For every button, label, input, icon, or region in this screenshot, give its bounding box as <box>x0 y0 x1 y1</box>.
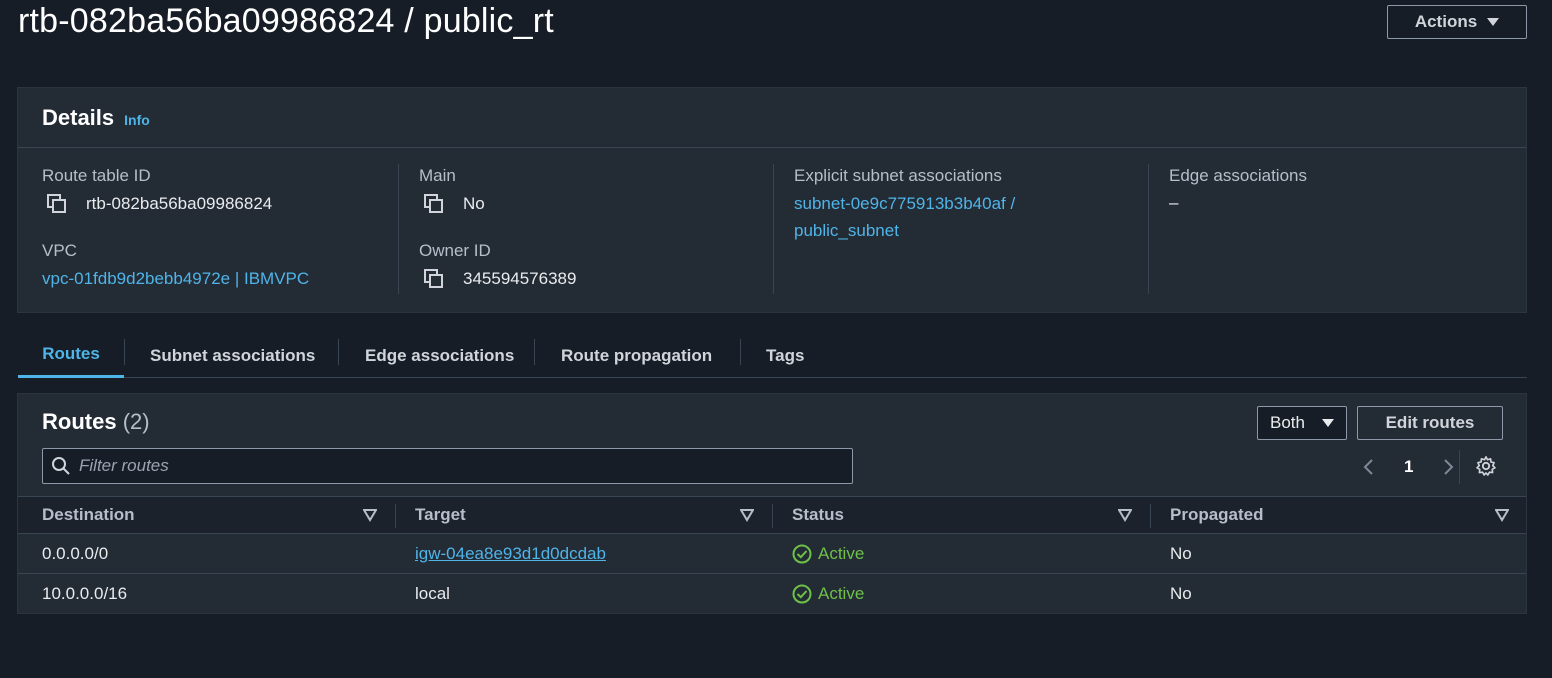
details-panel: Details Info Route table ID rtb-082ba56b… <box>17 87 1527 313</box>
chevron-left-icon[interactable] <box>1358 456 1380 478</box>
tab-routes[interactable]: Routes <box>18 333 124 378</box>
copy-icon[interactable] <box>423 268 445 290</box>
tab-divider <box>534 339 535 365</box>
pagination: 1 <box>1358 452 1459 482</box>
caret-down-icon <box>1487 18 1500 26</box>
details-column-edge: Edge associations – <box>1148 164 1528 294</box>
route-table-id: rtb-082ba56ba09986824 <box>86 194 273 213</box>
column-header-target[interactable]: Target <box>415 497 466 533</box>
caret-down-icon <box>1322 419 1334 427</box>
search-icon <box>52 457 70 475</box>
routes-title: Routes (2) <box>42 409 150 435</box>
column-header-status[interactable]: Status <box>792 497 844 533</box>
explicit-subnet-label: Explicit subnet associations <box>794 166 1002 185</box>
details-column-route-table: Route table ID rtb-082ba56ba09986824 VPC… <box>18 148 398 294</box>
route-table-id-value: rtb-082ba56ba09986824 <box>42 193 272 215</box>
check-circle-icon <box>792 544 812 563</box>
details-header: Details Info <box>18 88 1526 148</box>
table-row[interactable]: 0.0.0.0/0 igw-04ea8e93d1d0dcdab Active N… <box>18 534 1526 574</box>
routes-title-text: Routes <box>42 409 117 434</box>
status-text: Active <box>818 543 865 563</box>
destination-cell: 0.0.0.0/0 <box>42 543 109 563</box>
propagated-cell: No <box>1170 583 1192 603</box>
route-table-id-label: Route table ID <box>42 166 151 185</box>
column-header-propagated[interactable]: Propagated <box>1170 497 1264 533</box>
column-divider <box>772 504 773 528</box>
sort-icon[interactable] <box>363 508 377 522</box>
explicit-subnet-link-line2[interactable]: public_subnet <box>794 217 899 244</box>
sort-icon[interactable] <box>1118 508 1132 522</box>
destination-cell: 10.0.0.0/16 <box>42 583 128 603</box>
edge-associations-value: – <box>1169 193 1179 212</box>
status-cell: Active <box>792 574 864 613</box>
copy-icon[interactable] <box>46 193 68 215</box>
route-filter-select-value: Both <box>1270 413 1305 432</box>
tab-route-propagation[interactable]: Route propagation <box>561 333 712 378</box>
details-title: Details <box>42 104 115 130</box>
tab-subnet-associations[interactable]: Subnet associations <box>150 333 315 378</box>
owner-id-label: Owner ID <box>419 241 491 260</box>
target-link[interactable]: igw-04ea8e93d1d0dcdab <box>415 534 606 573</box>
page-header: rtb-082ba56ba09986824 / public_rt Action… <box>18 0 1527 46</box>
info-link[interactable]: Info <box>124 112 150 128</box>
target-cell: local <box>415 583 450 603</box>
copy-icon[interactable] <box>423 193 445 215</box>
filter-routes-box[interactable] <box>42 448 853 484</box>
routes-panel: Routes (2) Both Edit routes 1 Destinatio… <box>17 393 1527 614</box>
actions-label: Actions <box>1414 12 1478 31</box>
owner-id: 345594576389 <box>463 269 577 288</box>
details-grid: Route table ID rtb-082ba56ba09986824 VPC… <box>18 148 1526 312</box>
page-number[interactable]: 1 <box>1404 457 1413 477</box>
main-text: No <box>463 194 485 213</box>
routes-table: Destination Target Status Propagated 0.0… <box>18 496 1526 614</box>
check-circle-icon <box>792 584 812 603</box>
route-filter-select[interactable]: Both <box>1257 406 1347 440</box>
main-value: No <box>419 193 485 215</box>
status-text: Active <box>818 583 865 603</box>
sort-icon[interactable] <box>1495 508 1509 522</box>
explicit-subnet-link-line1[interactable]: subnet-0e9c775913b3b40af / <box>794 190 1015 217</box>
tab-bar: Routes Subnet associations Edge associat… <box>18 333 1527 378</box>
tab-tags[interactable]: Tags <box>766 333 804 378</box>
chevron-right-icon[interactable] <box>1437 456 1459 478</box>
tab-divider <box>124 339 125 365</box>
propagated-cell: No <box>1170 543 1192 563</box>
edit-routes-button[interactable]: Edit routes <box>1357 406 1503 440</box>
pagination-divider <box>1459 450 1460 484</box>
vpc-label: VPC <box>42 241 77 260</box>
page-title: rtb-082ba56ba09986824 / public_rt <box>18 2 554 40</box>
status-cell: Active <box>792 534 864 573</box>
table-row[interactable]: 10.0.0.0/16 local Active No <box>18 574 1526 614</box>
table-header: Destination Target Status Propagated <box>18 496 1526 534</box>
main-label: Main <box>419 166 456 185</box>
column-header-destination[interactable]: Destination <box>42 497 135 533</box>
details-column-main: Main No Owner ID 345594576389 <box>398 164 773 294</box>
edge-associations-label: Edge associations <box>1169 166 1307 185</box>
column-divider <box>1150 504 1151 528</box>
owner-id-value: 345594576389 <box>419 268 576 290</box>
column-divider <box>395 504 396 528</box>
routes-count: (2) <box>122 409 150 434</box>
tab-divider <box>740 339 741 365</box>
filter-routes-input[interactable] <box>79 456 839 476</box>
tab-edge-associations[interactable]: Edge associations <box>365 333 514 378</box>
gear-icon[interactable] <box>1475 455 1497 477</box>
details-column-subnets: Explicit subnet associations subnet-0e9c… <box>773 164 1148 294</box>
vpc-link[interactable]: vpc-01fdb9d2bebb4972e | IBMVPC <box>42 265 309 292</box>
sort-icon[interactable] <box>740 508 754 522</box>
actions-button[interactable]: Actions <box>1387 5 1527 39</box>
tab-divider <box>338 339 339 365</box>
